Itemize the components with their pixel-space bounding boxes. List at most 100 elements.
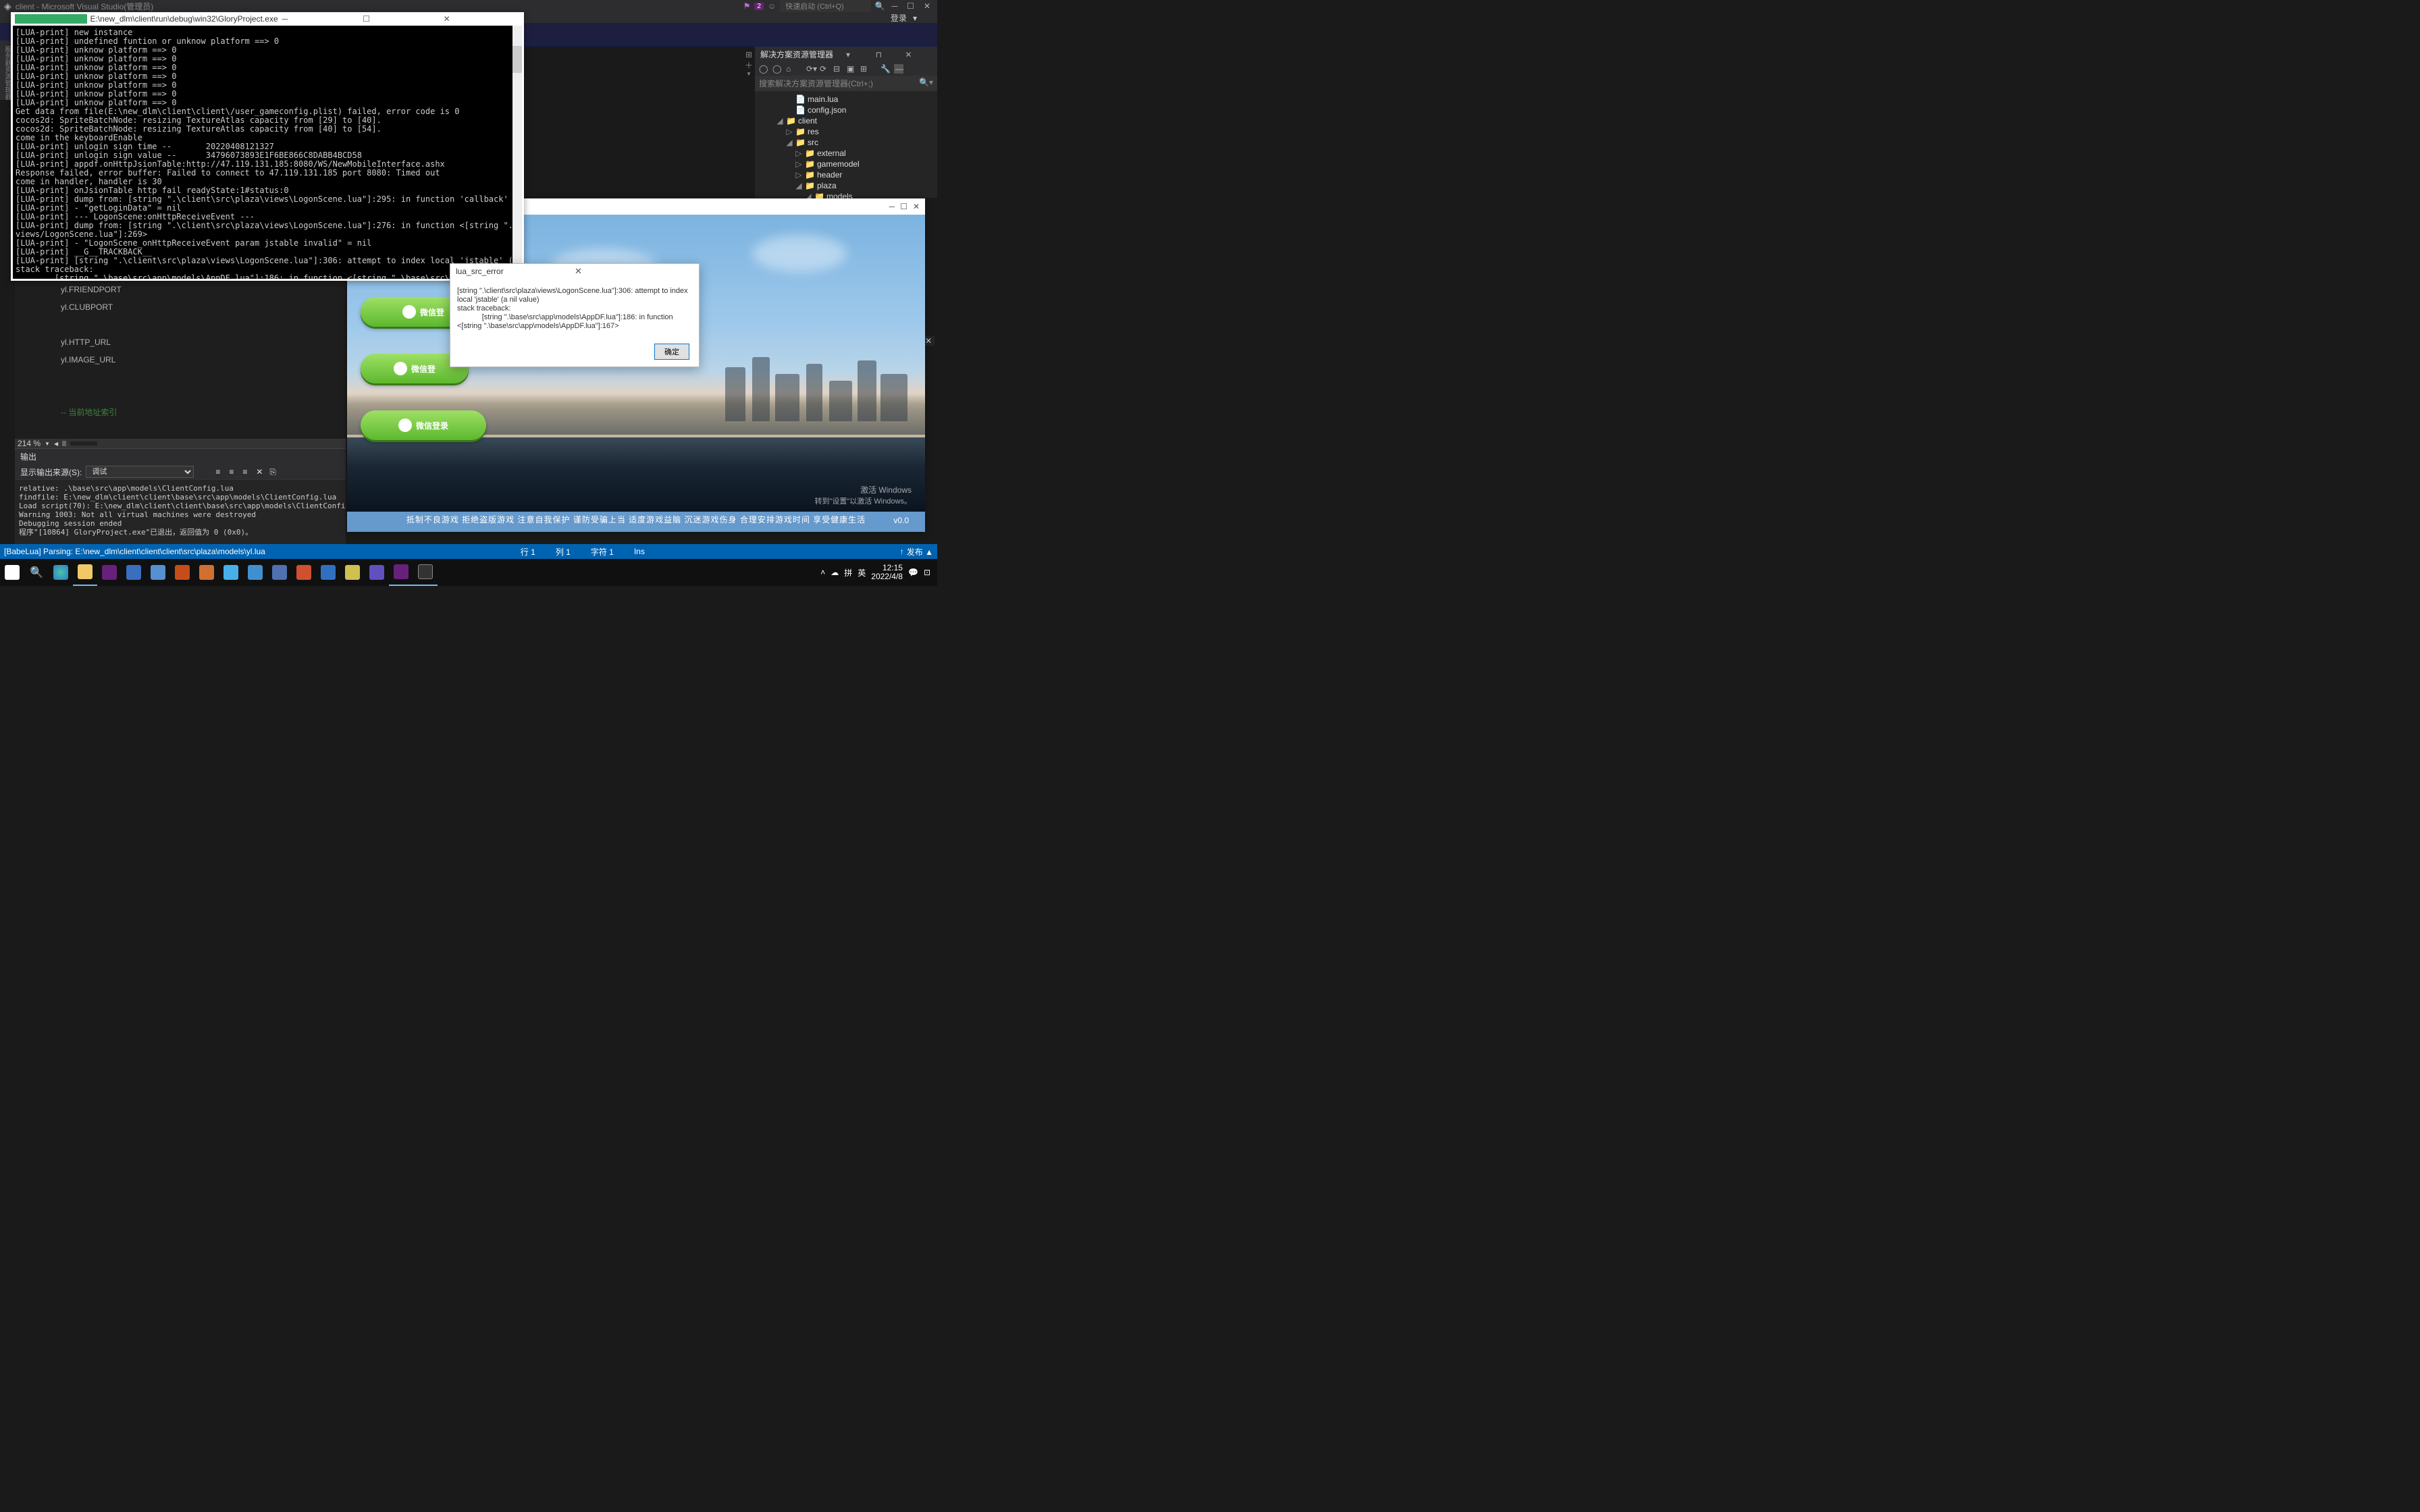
chevron-icon[interactable]: ▷ <box>786 127 793 136</box>
tray-chevron-icon[interactable]: ˄ <box>820 568 825 577</box>
search-button[interactable]: 🔍 <box>24 559 49 586</box>
minimize-button[interactable]: ─ <box>889 202 895 211</box>
game-disclaimer: 抵制不良游戏 拒绝盗版游戏 注意自我保护 谨防受骗上当 适度游戏益脑 沉迷游戏伤… <box>347 514 925 525</box>
onedrive-icon[interactable]: ☁ <box>831 568 839 577</box>
app-icon[interactable] <box>194 559 219 586</box>
maximize-button[interactable]: ☐ <box>904 1 917 11</box>
app-icon[interactable] <box>243 559 267 586</box>
visual-studio-icon[interactable] <box>389 559 413 586</box>
console-body[interactable]: [LUA-print] new instance [LUA-print] und… <box>13 26 522 279</box>
close-button[interactable]: ✕ <box>440 14 520 24</box>
app-icon[interactable] <box>122 559 146 586</box>
chevron-icon[interactable]: ▷ <box>795 170 802 180</box>
hscroll-thumb[interactable] <box>62 441 66 446</box>
show-all-icon[interactable]: ▣ <box>847 64 856 74</box>
ime-lang[interactable]: 英 <box>858 567 866 578</box>
file-explorer-icon[interactable] <box>73 559 97 586</box>
tree-item[interactable]: ▷📁external <box>755 148 937 159</box>
status-col: 列 1 <box>556 546 571 558</box>
app-icon[interactable] <box>340 559 365 586</box>
tree-item[interactable]: 📄config.json <box>755 105 937 115</box>
wrench-icon[interactable]: 🔧▾ <box>880 64 890 74</box>
publish-button[interactable]: ↑ 发布 ▲ <box>900 546 933 558</box>
output-tool-icon[interactable]: ≡ <box>242 467 252 477</box>
output-tool-icon[interactable]: ≡ <box>215 467 225 477</box>
chevron-icon[interactable]: ▷ <box>795 148 802 158</box>
tree-item[interactable]: ▷📁gamemodel <box>755 159 937 169</box>
app-icon[interactable] <box>170 559 194 586</box>
back-icon[interactable]: ◯ <box>759 64 768 74</box>
output-clear-icon[interactable]: ✕ <box>256 467 265 477</box>
ime-indicator[interactable]: 拼 <box>844 567 852 578</box>
minimize-button[interactable]: ─ <box>278 14 359 24</box>
minimize-button[interactable]: ─ <box>889 1 901 11</box>
chevron-icon[interactable]: ◢ <box>795 181 802 190</box>
split-icon[interactable]: ⊞ <box>744 50 754 59</box>
panel-dropdown-icon[interactable]: ▾ <box>846 50 873 59</box>
toggle-icon[interactable]: — <box>894 64 903 74</box>
app-icon[interactable] <box>146 559 170 586</box>
close-button[interactable]: ✕ <box>921 1 933 11</box>
scrollbar-thumb[interactable] <box>512 46 522 73</box>
chevron-icon[interactable]: ◢ <box>777 116 783 126</box>
zoom-level[interactable]: 214 % <box>18 439 41 448</box>
editor-side-buttons: ⊞ ＋ ▼ <box>744 50 754 77</box>
sync-icon[interactable]: ⟳▾ <box>806 64 816 74</box>
app-icon[interactable] <box>267 559 292 586</box>
search-icon[interactable]: 🔍 <box>875 1 885 11</box>
close-button[interactable]: ✕ <box>913 202 920 211</box>
home-icon[interactable]: ⌂ <box>786 64 795 74</box>
output-body[interactable]: relative: .\base\src\app\models\ClientCo… <box>15 480 346 541</box>
error-dialog-title: lua_src_error <box>456 267 575 276</box>
zoom-dropdown-icon[interactable]: ▼ <box>45 441 50 447</box>
chevron-icon[interactable]: ▷ <box>795 159 802 169</box>
console-taskbar-icon[interactable] <box>413 559 438 586</box>
start-button[interactable]: ⊞ <box>0 559 24 586</box>
properties-icon[interactable]: ⊞ <box>860 64 870 74</box>
maximize-button[interactable]: ☐ <box>359 14 439 24</box>
flag-icon[interactable]: ⚑ <box>743 1 751 11</box>
console-scrollbar[interactable] <box>512 26 522 279</box>
scroll-left-icon[interactable]: ◀ <box>54 441 58 447</box>
panel-close-icon[interactable]: ✕ <box>905 50 932 59</box>
taskbar-clock[interactable]: 12:15 2022/4/8 <box>871 564 903 581</box>
output-source-select[interactable]: 调试 <box>86 466 194 478</box>
login-chevron-icon[interactable]: ▾ <box>913 14 917 23</box>
sign-in-link[interactable]: 登录 <box>891 14 907 23</box>
app-icon[interactable] <box>292 559 316 586</box>
vs-installer-icon[interactable] <box>97 559 122 586</box>
file-icon: 📄 <box>795 105 805 115</box>
edge-icon[interactable] <box>49 559 73 586</box>
panel-close-icon[interactable]: ✕ <box>925 336 935 346</box>
collapse-icon[interactable]: ⊟ <box>833 64 843 74</box>
tree-item[interactable]: 📄main.lua <box>755 94 937 105</box>
maximize-button[interactable]: ☐ <box>900 202 908 211</box>
tree-item[interactable]: ◢📁client <box>755 115 937 126</box>
add-icon[interactable]: ＋ <box>744 59 754 71</box>
tree-item[interactable]: ▷📁header <box>755 169 937 180</box>
app-icon[interactable] <box>365 559 389 586</box>
ok-button[interactable]: 确定 <box>654 344 689 360</box>
chevron-icon[interactable]: ◢ <box>786 138 793 147</box>
refresh-icon[interactable]: ⟳ <box>820 64 829 74</box>
close-icon[interactable]: ✕ <box>575 266 693 277</box>
feedback-icon[interactable]: ☺ <box>768 1 776 11</box>
output-tool-icon[interactable]: ⎘ <box>269 467 279 477</box>
tree-item[interactable]: ◢📁plaza <box>755 180 937 191</box>
tree-item[interactable]: ◢📁src <box>755 137 937 148</box>
app-icon[interactable] <box>219 559 243 586</box>
notification-badge[interactable]: 2 <box>754 3 764 10</box>
app-icon[interactable] <box>316 559 340 586</box>
wechat-login-button[interactable]: 微信登录 <box>361 410 486 440</box>
remote-icon[interactable]: ⊡ <box>924 568 930 577</box>
forward-icon[interactable]: ◯ <box>772 64 782 74</box>
quick-launch-input[interactable]: 快速启动 (Ctrl+Q) <box>780 0 870 12</box>
notification-center-icon[interactable]: 💬 <box>908 568 918 577</box>
output-tool-icon[interactable]: ≡ <box>229 467 238 477</box>
hscroll-track[interactable] <box>70 441 97 446</box>
pin-icon[interactable]: ⊓ <box>876 50 903 59</box>
solution-search-input[interactable]: 搜索解决方案资源管理器(Ctrl+;) 🔍▾ <box>755 76 937 91</box>
code-editor[interactable]: yl.FRIENDPORT yl.CLUBPORT yl.HTTP_URL yl… <box>15 281 346 439</box>
tree-item[interactable]: ▷📁res <box>755 126 937 137</box>
dropdown-icon[interactable]: ▼ <box>744 71 754 77</box>
